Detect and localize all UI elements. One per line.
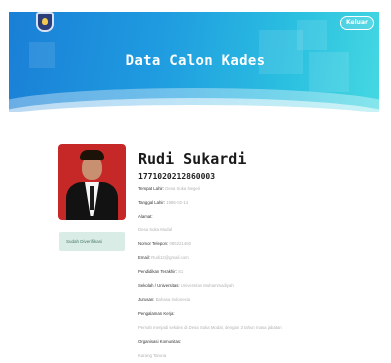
field-label: Tempat Lahir: (138, 186, 165, 191)
photo-hair (80, 150, 104, 160)
field-value: Desa Suka Modal (138, 227, 172, 232)
crest-logo-icon[interactable] (36, 12, 54, 32)
field-value: Bahasa Indonesia (155, 297, 191, 302)
field-jurusan: Jurusan: Bahasa Indonesia (138, 297, 190, 302)
field-label: Organisasi Komunitas: (138, 339, 182, 344)
field-pendidikan: Pendidikan Terakhir: S1 (138, 269, 183, 274)
candidate-nik: 1771020212860003 (138, 172, 216, 181)
field-label: Sekolah / Universitas: (138, 283, 180, 288)
field-organisasi-label: Organisasi Komunitas: (138, 339, 181, 344)
field-label: Nomor Telepon: (138, 241, 169, 246)
field-label: Pendidikan Terakhir: (138, 269, 177, 274)
field-value: Pernah menjadi sekdes di Desa Suka Modal… (138, 325, 282, 330)
field-alamat-value: Desa Suka Modal (138, 227, 172, 232)
profile-photo (58, 144, 126, 220)
candidate-name: Rudi Sukardi (138, 150, 247, 168)
field-value: S1 (178, 269, 184, 274)
field-label: Email: (138, 255, 150, 260)
field-pengalaman-label: Pengalaman Kerja: (138, 311, 175, 316)
field-value: Desa Suka Negeri (165, 186, 201, 191)
photo-tie (90, 186, 94, 210)
field-label: Pengalaman Kerja: (138, 311, 175, 316)
field-label: Alamat: (138, 214, 153, 219)
banner-decoration (297, 20, 327, 50)
logout-button[interactable]: Keluar (340, 16, 374, 30)
field-label: Jurusan: (138, 297, 155, 302)
field-value: Karang Taruna (138, 353, 167, 358)
page-title: Data Calon Kades (125, 53, 266, 69)
field-value: 085221460 (169, 241, 191, 246)
field-organisasi-value: Karang Taruna (138, 353, 166, 358)
field-email: Email: Rudi12@gmail.com (138, 255, 189, 260)
field-universitas: Sekolah / Universitas: Universitas Muham… (138, 283, 234, 288)
field-value: Universitas Muhammadiyah (180, 283, 234, 288)
verification-status-badge: Sudah Diverifikasi (59, 232, 125, 251)
field-label: Tanggal Lahir: (138, 200, 165, 205)
field-value: Rudi12@gmail.com (151, 255, 189, 260)
field-tanggal-lahir: Tanggal Lahir: 1986-02-14 (138, 200, 188, 205)
field-value: 1986-02-14 (166, 200, 189, 205)
field-alamat-label: Alamat: (138, 214, 153, 219)
field-pengalaman-value: Pernah menjadi sekdes di Desa Suka Modal… (138, 325, 282, 330)
field-tempat-lahir: Tempat Lahir: Desa Suka Negeri (138, 186, 200, 191)
field-telepon: Nomor Telepon: 085221460 (138, 241, 191, 246)
